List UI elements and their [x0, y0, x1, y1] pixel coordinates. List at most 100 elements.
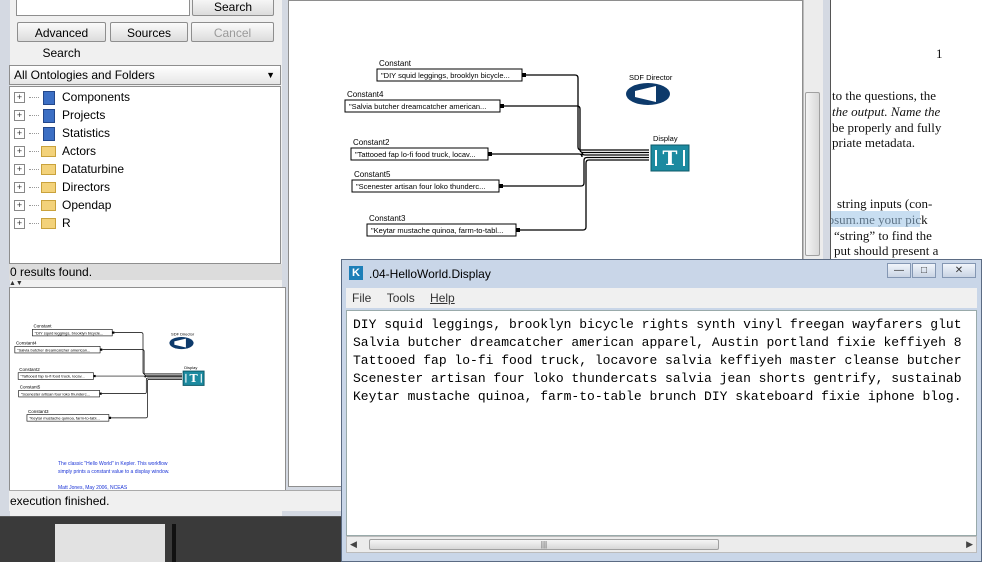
- workflow-link[interactable]: [114, 332, 183, 375]
- tree-item-directors[interactable]: + Directors: [14, 178, 110, 196]
- close-button[interactable]: ✕: [942, 263, 976, 278]
- desktop-taskbar-area: [0, 516, 345, 562]
- director-label: SDF Director: [171, 331, 195, 336]
- constant-actor-value: "DIY squid leggings, brooklyn bicycle...: [35, 330, 104, 335]
- cancel-button[interactable]: Cancel: [191, 22, 274, 42]
- scroll-right-icon[interactable]: ▶: [966, 539, 973, 550]
- output-port[interactable]: [100, 348, 103, 351]
- constant-actor-value: "Tattooed fap lo-fi food truck, locav...: [20, 374, 84, 379]
- expand-icon[interactable]: +: [14, 92, 25, 104]
- expand-icon[interactable]: +: [14, 146, 25, 158]
- display-actor-bar: [200, 373, 202, 383]
- display-actor-label: Display: [653, 134, 678, 143]
- menu-file[interactable]: File: [352, 291, 371, 305]
- workflow-link[interactable]: [101, 377, 183, 394]
- folder-icon: [41, 200, 56, 212]
- workflow-overview[interactable]: Constant "DIY squid leggings, brooklyn bi…: [9, 287, 286, 491]
- document-text-line: be properly and fully: [832, 120, 942, 135]
- tree-item-components[interactable]: + Components: [14, 88, 130, 106]
- workflow-link[interactable]: [504, 105, 649, 154]
- display-window-title: .04-HelloWorld.Display: [369, 267, 491, 281]
- output-port[interactable]: [516, 228, 520, 232]
- document-text-line: “string” to find the: [834, 228, 932, 243]
- output-port[interactable]: [500, 104, 504, 108]
- constant-actor-name: Constant2: [353, 138, 390, 147]
- tree-item-statistics[interactable]: + Statistics: [14, 124, 110, 142]
- output-port[interactable]: [99, 392, 102, 395]
- constant-actor-value: "Salvia butcher dreamcatcher american...: [17, 347, 90, 352]
- tree-item-label: R: [62, 216, 71, 230]
- constant-actor-name: Constant3: [28, 409, 49, 414]
- canvas-scroll-thumb[interactable]: [805, 92, 820, 256]
- display-actor-label: Display: [184, 365, 197, 370]
- tree-item-projects[interactable]: + Projects: [14, 106, 105, 124]
- display-actor-bar: [655, 150, 657, 166]
- horizontal-scroll-thumb[interactable]: |||: [369, 539, 719, 550]
- tree-item-label: Projects: [62, 108, 106, 122]
- search-button[interactable]: Search: [192, 0, 274, 16]
- tree-item-label: Dataturbine: [62, 162, 125, 176]
- expand-icon[interactable]: +: [14, 218, 25, 230]
- output-port[interactable]: [488, 152, 492, 156]
- output-port[interactable]: [93, 374, 96, 378]
- director-label: SDF Director: [629, 73, 673, 82]
- workflow-overview-graph: Constant"DIY squid leggings, brooklyn bi…: [14, 324, 205, 491]
- search-input[interactable]: [16, 0, 190, 16]
- document-text-line: put should present a: [834, 243, 939, 258]
- constant-actor-value: "Keytar mustache quinoa, farm-to-tabl...: [371, 226, 503, 235]
- advanced-search-button[interactable]: Advanced Search: [17, 22, 106, 60]
- library-icon: [43, 90, 55, 105]
- document-text-line: priate metadata.: [832, 135, 916, 150]
- expand-icon[interactable]: +: [14, 110, 25, 122]
- workflow-link[interactable]: [526, 74, 649, 151]
- ontology-select[interactable]: All Ontologies and Folders ▼: [9, 65, 281, 85]
- document-text-line: string inputs (con-: [837, 196, 933, 211]
- library-icon: [43, 108, 55, 123]
- tree-item-dataturbine[interactable]: + Dataturbine: [14, 160, 124, 178]
- expand-icon[interactable]: +: [14, 200, 25, 212]
- tree-item-r[interactable]: + R: [14, 214, 71, 232]
- scroll-left-icon[interactable]: ◀: [350, 539, 357, 550]
- minimize-button[interactable]: —: [887, 263, 911, 278]
- splitter-arrows-icon[interactable]: ▲▼: [9, 280, 23, 287]
- tree-connector: [29, 151, 39, 153]
- menu-help[interactable]: Help: [430, 291, 455, 305]
- display-horizontal-scrollbar[interactable]: ◀ ||| ▶: [346, 536, 977, 553]
- workflow-link[interactable]: [503, 156, 649, 187]
- constant-actor-name: Constant4: [347, 90, 384, 99]
- output-port[interactable]: [108, 416, 112, 419]
- constant-actor-name: Constant: [34, 324, 53, 329]
- display-output-text[interactable]: DIY squid leggings, brooklyn bicycle rig…: [346, 310, 977, 536]
- tree-item-label: Actors: [62, 144, 97, 158]
- constant-actor-name: Constant3: [369, 214, 406, 223]
- tree-item-opendap[interactable]: + Opendap: [14, 196, 111, 214]
- output-port[interactable]: [522, 73, 526, 77]
- ontology-select-value: All Ontologies and Folders: [14, 68, 155, 82]
- menu-tools[interactable]: Tools: [387, 291, 415, 305]
- sources-button[interactable]: Sources: [110, 22, 188, 42]
- constant-actor-value: "Scenester artisan four loko thunderc...: [21, 391, 90, 396]
- display-actor-bar: [683, 150, 685, 166]
- maximize-button[interactable]: □: [912, 263, 936, 278]
- expand-icon[interactable]: +: [14, 128, 25, 140]
- tree-connector: [29, 115, 39, 117]
- results-count: 0 results found.: [9, 264, 282, 280]
- library-icon: [43, 126, 55, 141]
- tree-connector: [29, 97, 39, 99]
- constant-actor-value: "Scenester artisan four loko thunderc...: [356, 182, 485, 191]
- workflow-link[interactable]: [102, 349, 183, 376]
- chevron-down-icon: ▼: [266, 70, 275, 80]
- expand-icon[interactable]: +: [14, 182, 25, 194]
- tree-item-actors[interactable]: + Actors: [14, 142, 96, 160]
- constant-actor-value: "DIY squid leggings, brooklyn bicycle...: [381, 71, 510, 80]
- expand-icon[interactable]: +: [14, 164, 25, 176]
- output-port[interactable]: [112, 331, 115, 334]
- text-selection-highlight: [822, 211, 920, 227]
- output-port[interactable]: [499, 184, 503, 188]
- folder-icon: [41, 218, 56, 230]
- folder-icon: [41, 182, 56, 194]
- constant-actor-value: "Keytar mustache quinoa, farm-to-tabl...: [29, 416, 100, 421]
- display-window-titlebar[interactable]: K .04-HelloWorld.Display — □ ✕: [342, 260, 981, 288]
- tree-connector: [29, 205, 39, 207]
- document-text-line: the output. Name the: [832, 104, 941, 119]
